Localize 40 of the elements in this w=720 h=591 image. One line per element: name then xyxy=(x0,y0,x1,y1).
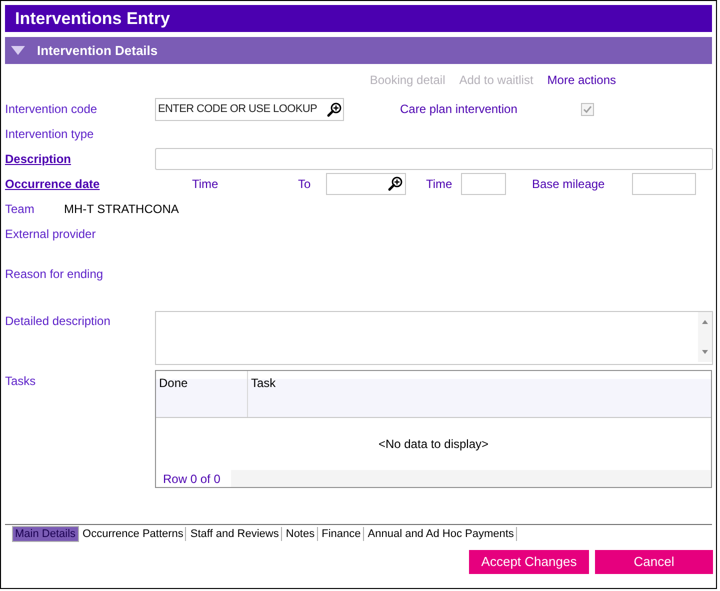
row-count: Row 0 of 0 xyxy=(162,471,222,487)
team-value: MH-T STRATHCONA xyxy=(64,200,179,218)
field-label: Occurrence date xyxy=(5,176,100,192)
section-title: Intervention Details xyxy=(37,42,158,60)
field-label: Intervention type xyxy=(5,126,94,143)
lookup-icon[interactable] xyxy=(388,176,403,191)
field-label: External provider xyxy=(5,226,96,242)
time-input-field[interactable] xyxy=(461,172,506,194)
to-date-input-field[interactable] xyxy=(326,172,406,194)
mileage-input-field[interactable] xyxy=(632,172,696,194)
scrollbar[interactable] xyxy=(698,312,712,362)
field-label: Base mileage xyxy=(532,176,606,192)
action-button[interactable]: Cancel xyxy=(595,550,713,574)
field-label: Time xyxy=(426,176,454,192)
detailed-description-field[interactable] xyxy=(155,311,713,365)
description-input-field[interactable] xyxy=(155,148,713,170)
window-title: Interventions Entry xyxy=(15,8,170,30)
tab[interactable]: Finance xyxy=(320,527,364,541)
section-header[interactable]: Intervention Details xyxy=(5,37,712,64)
tab[interactable]: Occurrence Patterns xyxy=(80,527,186,541)
field-label: Team xyxy=(5,200,34,218)
action-button[interactable]: Accept Changes xyxy=(469,550,589,574)
field-label: Time xyxy=(192,176,220,192)
field-label: Tasks xyxy=(5,373,36,390)
column-header[interactable]: Done xyxy=(156,371,248,417)
field-label: Reason for ending xyxy=(5,266,104,282)
action-link[interactable]: More actions xyxy=(547,71,616,89)
field-label: To xyxy=(298,176,312,192)
tab[interactable]: Staff and Reviews xyxy=(188,527,282,541)
code-input-field[interactable]: ENTER CODE OR USE LOOKUP xyxy=(155,98,344,120)
column-header[interactable]: Task xyxy=(248,371,711,417)
lookup-icon[interactable] xyxy=(327,102,342,116)
field-label: Description xyxy=(5,150,72,168)
tab[interactable]: Notes xyxy=(284,527,318,541)
tab[interactable]: Annual and Ad Hoc Payments xyxy=(366,527,517,541)
field-label: Care plan intervention xyxy=(400,101,518,118)
field-label: Detailed description xyxy=(5,313,110,330)
field-label: Intervention code xyxy=(5,101,98,118)
collapse-triangle-icon[interactable] xyxy=(11,46,25,55)
empty-message: <No data to display> xyxy=(378,436,489,453)
